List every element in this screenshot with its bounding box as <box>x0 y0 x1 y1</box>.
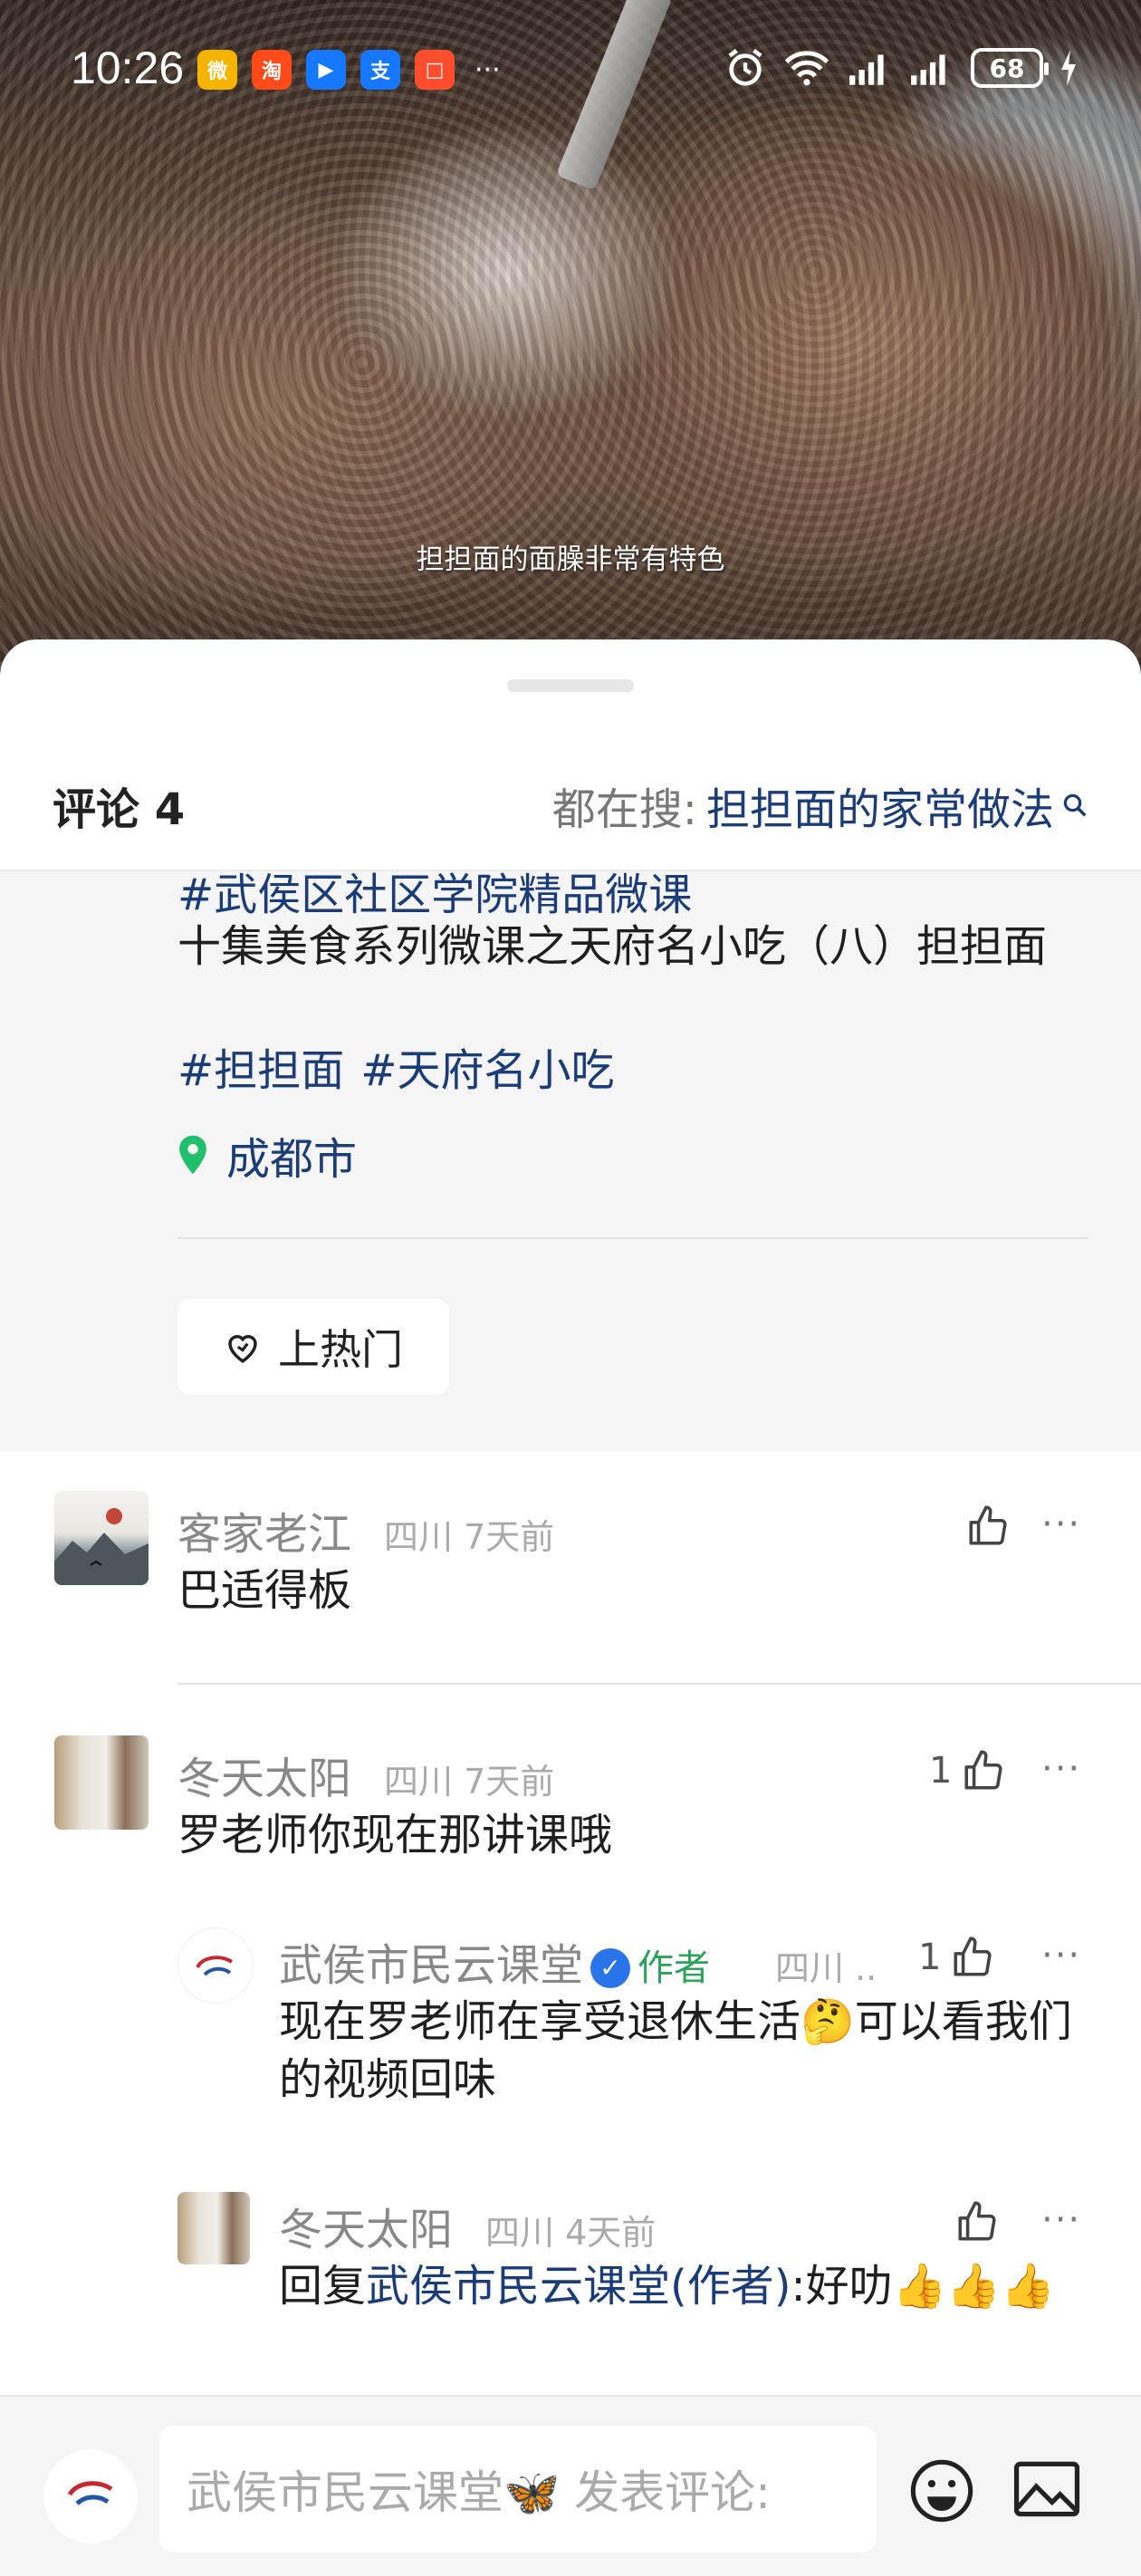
image-icon[interactable] <box>1012 2460 1081 2518</box>
alarm-icon <box>728 48 762 86</box>
like-button[interactable]: 1 <box>929 1748 1006 1793</box>
battery-icon: 68 <box>971 48 1049 88</box>
replier-name[interactable]: 冬天太阳 <box>279 2194 453 2257</box>
description-text: 十集美食系列微课之天府名小吃（八）担担面 <box>177 921 1048 972</box>
search-icon[interactable] <box>1061 792 1088 819</box>
search-term-link[interactable]: 担担面的家常做法 <box>706 774 1054 837</box>
avatar[interactable] <box>177 2192 250 2264</box>
cloud-classroom-logo-icon <box>196 1956 234 1976</box>
weibo-icon: 微 <box>197 50 237 90</box>
comment-meta: 四川 7天前 <box>384 1762 555 1802</box>
author-avatar[interactable] <box>177 1927 254 2004</box>
reply-meta: 四川 4天前 <box>485 2213 657 2253</box>
status-bar: 10:26 微 淘 ▶ 支 □ ··· 68 <box>0 0 1141 136</box>
reply-body: :好叻👍👍👍 <box>791 2261 1055 2312</box>
more-options-icon[interactable]: ··· <box>1041 1504 1081 1545</box>
flag-app-icon: ▶ <box>306 50 346 90</box>
reply-meta: 四川 .. <box>775 1948 877 1988</box>
emoji-icon[interactable] <box>907 2456 976 2525</box>
commenter-name[interactable]: 客家老江 <box>177 1498 351 1562</box>
commenter-name[interactable]: 冬天太阳 <box>177 1743 351 1806</box>
comment-item: 冬天太阳 四川 7天前 罗老师你现在那讲课哦 1 ··· <box>0 1735 1141 1898</box>
hashtag-link[interactable]: #担担面 <box>177 1034 344 1098</box>
location-pin-icon <box>179 1135 206 1175</box>
reply-text: 现在罗老师在享受退休生活🤔可以看我们的视频回味 <box>279 1996 1072 2105</box>
reply-target-link[interactable]: 武侯市民云课堂(作者) <box>366 2261 791 2312</box>
sheet-header: 评论 4 都在搜: 担担面的家常做法 <box>0 748 1141 871</box>
landscape-avatar-icon <box>54 1508 149 1585</box>
more-options-icon[interactable]: ··· <box>1041 1935 1081 1976</box>
reply-text: 回复武侯市民云课堂(作者):好叻👍👍👍 <box>279 2257 1094 2315</box>
alipay-icon: 支 <box>360 50 400 90</box>
notification-icons: 微 淘 ▶ 支 □ ··· <box>197 50 501 90</box>
sheet-drag-handle[interactable] <box>507 679 634 692</box>
like-button[interactable]: 1 <box>918 1935 995 1980</box>
my-avatar[interactable] <box>43 2449 138 2543</box>
hashtag-link[interactable]: #武侯区社区学院精品微课 <box>177 871 692 922</box>
location-label: 成都市 <box>226 1134 358 1185</box>
reply-prefix: 回复 <box>279 2261 367 2312</box>
comment-item: 客家老江 四川 7天前 巴适得板 ··· <box>0 1491 1141 1672</box>
status-time: 10:26 <box>71 43 185 93</box>
divider <box>177 1683 1141 1685</box>
wifi-icon <box>784 51 829 86</box>
taobao-icon: 淘 <box>252 50 292 90</box>
replier-name-text: 武侯市民云课堂 <box>279 1940 584 1991</box>
signal-icon-2 <box>911 54 945 85</box>
divider <box>177 1237 1088 1239</box>
comment-count-title: 评论 4 <box>53 784 186 835</box>
promote-label: 上热门 <box>278 1325 403 1374</box>
more-notifications-icon: ··· <box>475 53 501 86</box>
more-options-icon[interactable]: ··· <box>1041 2199 1081 2241</box>
comment-text: 罗老师你现在那讲课哦 <box>177 1810 613 1860</box>
thumbs-up-icon <box>969 1505 1007 1545</box>
comment-text: 巴适得板 <box>177 1565 352 1616</box>
comment-sheet: 评论 4 都在搜: 担担面的家常做法 #武侯区社区学院精品微课 十集美食系列微课… <box>0 639 1141 2576</box>
avatar[interactable] <box>54 1491 149 1585</box>
video-description: #武侯区社区学院精品微课 十集美食系列微课之天府名小吃（八）担担面 #担担面 #… <box>0 871 1141 1451</box>
hashtag-link[interactable]: #天府名小吃 <box>360 1034 614 1098</box>
thumbs-up-icon <box>954 1937 992 1976</box>
trending-search[interactable]: 都在搜: 担担面的家常做法 <box>552 774 1088 837</box>
replier-name[interactable]: 武侯市民云课堂 ✓ 作者 <box>279 1929 710 1993</box>
reply-item: 武侯市民云课堂 ✓ 作者 四川 .. 现在罗老师在享受退休生活🤔可以看我们的视频回味… <box>0 1922 1141 2121</box>
comment-input[interactable]: 武侯市民云课堂🦋 发表评论: <box>159 2426 877 2552</box>
reply-item: 冬天太阳 四川 4天前 回复武侯市民云课堂(作者):好叻👍👍👍 ··· <box>0 2187 1141 2404</box>
avatar[interactable] <box>54 1735 149 1830</box>
system-icons: 68 <box>724 47 1078 89</box>
search-prefix: 都在搜: <box>551 784 697 835</box>
like-count: 1 <box>918 1937 942 1978</box>
comment-input-bar: 武侯市民云课堂🦋 发表评论: <box>0 2395 1141 2576</box>
like-count: 1 <box>929 1750 953 1792</box>
signal-icon-1 <box>849 54 884 85</box>
comment-meta: 四川 7天前 <box>384 1517 555 1557</box>
verified-badge-icon: ✓ <box>590 1948 631 1988</box>
promote-button[interactable]: 上热门 <box>177 1299 449 1395</box>
like-button[interactable] <box>965 1504 1011 1549</box>
like-button[interactable] <box>954 2199 1000 2244</box>
cloud-classroom-logo-icon <box>67 2481 113 2505</box>
author-tag: 作者 <box>638 1947 711 1989</box>
location-link[interactable]: 成都市 <box>177 1123 357 1187</box>
thumbs-up-icon <box>964 1750 1002 1790</box>
charging-icon <box>1061 50 1076 86</box>
shopping-app-icon: □ <box>415 50 455 90</box>
video-subtitle: 担担面的面臊非常有特色 <box>416 543 725 576</box>
more-options-icon[interactable]: ··· <box>1041 1748 1081 1790</box>
thumbs-up-icon <box>958 2201 996 2241</box>
heart-fire-icon <box>228 1334 257 1363</box>
hashtag-list: #担担面 #天府名小吃 <box>177 1034 614 1098</box>
